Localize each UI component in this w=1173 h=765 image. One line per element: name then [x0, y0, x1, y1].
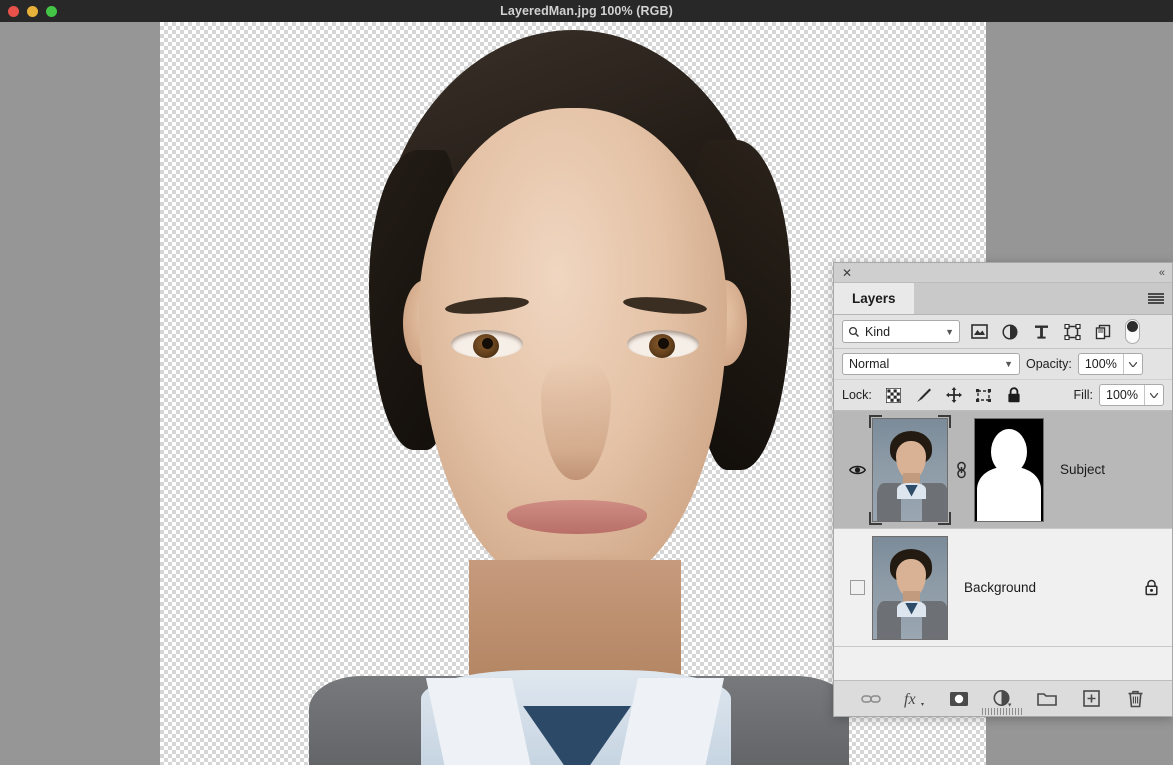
layer-locked-badge: [1138, 579, 1164, 596]
layer-name-subject[interactable]: Subject: [1044, 462, 1164, 477]
layer-thumbnail-background[interactable]: [872, 535, 948, 640]
new-adjustment-layer-button[interactable]: [991, 687, 1015, 711]
layer-thumbnail-subject[interactable]: [869, 414, 951, 525]
eye-icon: [848, 465, 866, 474]
filter-enable-toggle[interactable]: [1125, 319, 1140, 344]
eye-off-icon: [849, 580, 865, 595]
filter-smart-objects-icon[interactable]: [1091, 320, 1115, 344]
lock-image-pixels-icon[interactable]: [912, 384, 936, 406]
chevron-down-icon: ▼: [945, 326, 954, 337]
collapse-panel-icon[interactable]: «: [1159, 267, 1165, 279]
fill-label: Fill:: [1073, 388, 1093, 402]
blend-mode-value: Normal: [849, 357, 890, 371]
layer-name-background[interactable]: Background: [948, 580, 1138, 595]
blend-mode-select[interactable]: Normal ▼: [842, 353, 1020, 375]
new-layer-button[interactable]: [1079, 687, 1103, 711]
panel-topbar: ✕ «: [834, 263, 1172, 283]
opacity-label: Opacity:: [1026, 357, 1072, 371]
mask-link-icon[interactable]: [948, 460, 974, 480]
photoshop-window: LayeredMan.jpg 100% (RGB) ✕ « Layers Kin…: [0, 0, 1173, 765]
close-icon[interactable]: ✕: [842, 267, 852, 279]
layer-visibility-toggle-background[interactable]: [842, 580, 872, 595]
opacity-stepper[interactable]: [1122, 354, 1142, 374]
selection-corner: [938, 414, 951, 428]
table-row[interactable]: Subject: [834, 411, 1172, 529]
filter-kind-label: Kind: [865, 324, 891, 339]
lock-artboard-nesting-icon[interactable]: [972, 384, 996, 406]
pupil-left: [482, 338, 493, 349]
layer-list: Subject Background: [834, 411, 1172, 680]
panel-tabbar: Layers: [834, 283, 1172, 315]
delete-layer-button[interactable]: [1123, 687, 1147, 711]
table-row[interactable]: Background: [834, 529, 1172, 647]
filter-shape-layers-icon[interactable]: [1060, 320, 1084, 344]
window-titlebar: LayeredMan.jpg 100% (RGB): [0, 0, 1173, 22]
eye-left: [451, 330, 523, 358]
layer-mask-thumbnail-subject[interactable]: [974, 417, 1044, 522]
filter-pixel-layers-icon[interactable]: [967, 320, 991, 344]
filter-adjustment-layers-icon[interactable]: [998, 320, 1022, 344]
selection-corner: [869, 511, 882, 525]
layers-panel: ✕ « Layers Kind ▼ Normal ▼ Opacity: 100%…: [833, 262, 1173, 717]
lock-transparent-pixels-icon[interactable]: [882, 384, 906, 406]
new-group-button[interactable]: [1035, 687, 1059, 711]
window-title: LayeredMan.jpg 100% (RGB): [500, 4, 673, 18]
opacity-value[interactable]: 100%: [1079, 357, 1123, 371]
search-icon: [848, 326, 859, 337]
panel-menu-icon[interactable]: [1148, 292, 1164, 305]
lock-label: Lock:: [842, 388, 872, 402]
tab-layers-label: Layers: [852, 291, 896, 306]
portrait-image: [223, 30, 923, 765]
filter-type-layers-icon[interactable]: [1029, 320, 1053, 344]
lock-row: Lock: Fill: 100%: [834, 380, 1172, 411]
link-layers-button[interactable]: [859, 687, 883, 711]
panel-resize-grip[interactable]: [982, 708, 1024, 715]
layer-filter-row: Kind ▼: [834, 315, 1172, 349]
opacity-field[interactable]: 100%: [1077, 353, 1143, 375]
tab-layers[interactable]: Layers: [834, 283, 914, 314]
eye-right: [627, 330, 699, 358]
fill-stepper[interactable]: [1144, 385, 1163, 405]
lock-icon: [1144, 579, 1158, 596]
pupil-right: [658, 338, 669, 349]
layer-style-button[interactable]: fx: [903, 687, 927, 711]
fill-field[interactable]: 100%: [1099, 384, 1164, 406]
chevron-down-icon: ▼: [1004, 359, 1013, 369]
filter-kind-select[interactable]: Kind ▼: [842, 320, 960, 343]
layer-visibility-toggle-subject[interactable]: [842, 464, 872, 476]
add-layer-mask-button[interactable]: [947, 687, 971, 711]
lock-position-icon[interactable]: [942, 384, 966, 406]
mask-body-shape: [977, 466, 1041, 521]
fill-value[interactable]: 100%: [1100, 388, 1144, 402]
toggle-knob: [1127, 321, 1138, 332]
lock-all-icon[interactable]: [1002, 384, 1026, 406]
svg-text:fx: fx: [904, 691, 916, 708]
selection-corner: [869, 414, 882, 428]
blend-mode-row: Normal ▼ Opacity: 100%: [834, 349, 1172, 380]
selection-corner: [938, 511, 951, 525]
